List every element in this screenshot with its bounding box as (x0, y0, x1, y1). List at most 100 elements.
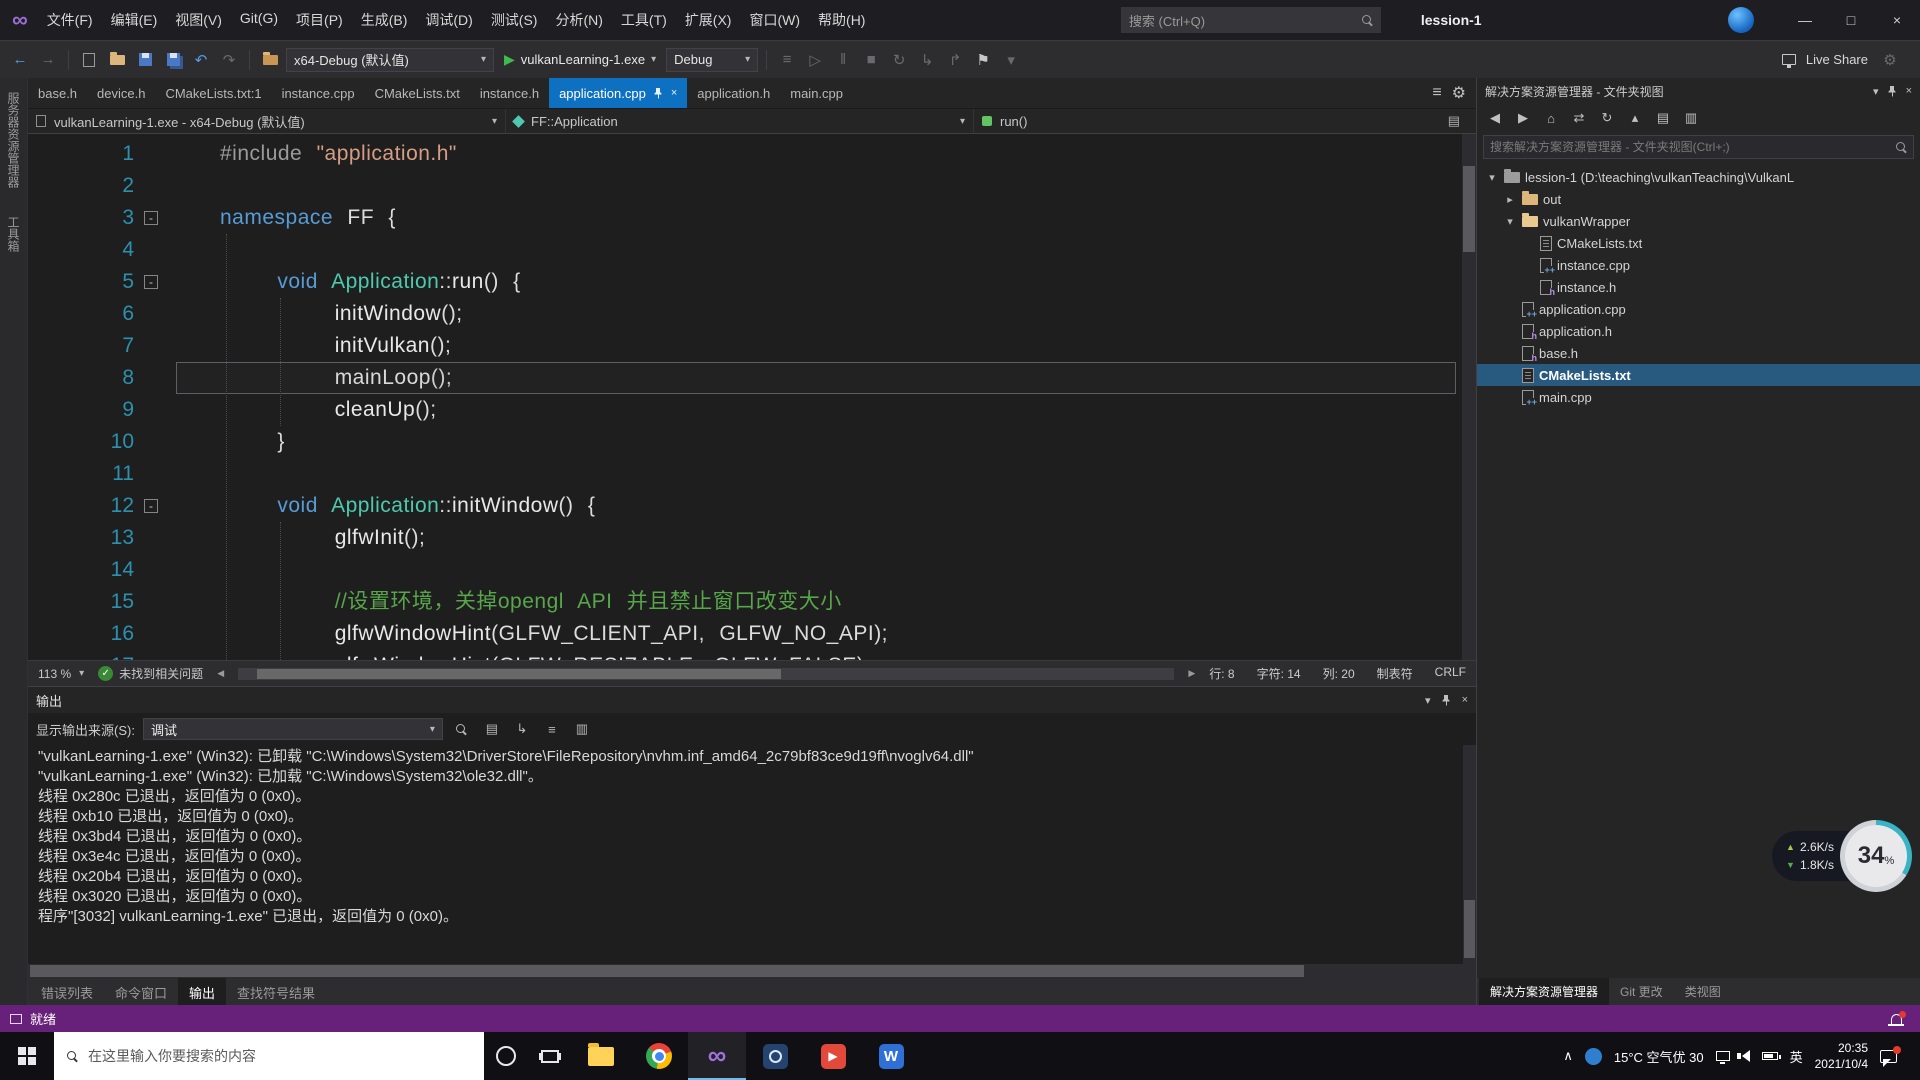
code-line[interactable]: 3- namespace FF { (64, 202, 1476, 234)
indent-mode[interactable]: 制表符 (1377, 665, 1413, 682)
break-all-icon[interactable]: ‖ (831, 48, 855, 72)
undo-icon[interactable]: ↶ (189, 48, 213, 72)
tree-item[interactable]: ++ application.cpp (1477, 298, 1920, 320)
menu-item[interactable]: 窗口(W) (740, 6, 809, 34)
scrollbar-thumb[interactable] (1464, 900, 1475, 958)
zoom-selector[interactable]: 113 % ▾ (38, 667, 84, 681)
recorder-taskbar-icon[interactable]: ▶ (804, 1032, 862, 1080)
panel-tab[interactable]: 解决方案资源管理器 (1479, 978, 1610, 1005)
project-dropdown[interactable]: vulkanLearning-1.exe - x64-Debug (默认值) ▾ (28, 109, 506, 133)
minimize-button[interactable]: — (1782, 0, 1828, 40)
split-editor-icon[interactable]: ▤ (1440, 113, 1468, 129)
scrollbar-thumb[interactable] (1463, 166, 1475, 252)
file-explorer-taskbar-icon[interactable] (572, 1032, 630, 1080)
code-editor[interactable]: 1 #include "application.h" 2 3- namespace FF… (28, 134, 1476, 660)
task-view-button[interactable] (528, 1032, 572, 1080)
step-into-icon[interactable]: ↳ (915, 48, 939, 72)
taskbar-search-input[interactable] (88, 1048, 471, 1064)
show-all-files-icon[interactable]: ▤ (1651, 107, 1675, 129)
restart-icon[interactable]: ↻ (887, 48, 911, 72)
start-without-debugging-icon[interactable]: ▷ (803, 48, 827, 72)
line-ending[interactable]: CRLF (1435, 665, 1466, 682)
menu-item[interactable]: 生成(B) (352, 6, 417, 34)
writer-taskbar-icon[interactable]: W (862, 1032, 920, 1080)
switch-views-icon[interactable]: ⇄ (1567, 107, 1591, 129)
cortana-button[interactable] (484, 1032, 528, 1080)
document-tab[interactable]: instance.cpp (272, 78, 365, 108)
navigate-back-icon[interactable]: ← (8, 48, 32, 72)
clear-all-icon[interactable]: ▤ (481, 718, 503, 740)
start-debugging-button[interactable]: ▶ vulkanLearning-1.exe ▾ (498, 48, 662, 72)
save-icon[interactable] (133, 48, 157, 72)
visual-studio-taskbar-icon[interactable]: ∞ (688, 1032, 746, 1080)
pin-icon[interactable] (1887, 85, 1898, 97)
home-icon[interactable]: ⌂ (1539, 107, 1563, 129)
code-line[interactable]: 10 } (64, 426, 1476, 458)
code-line[interactable]: 12- void Application::initWindow() { (64, 490, 1476, 522)
code-line[interactable]: 17 glfwWindowHint(GLFW_RESIZABLE, GLFW_F… (64, 650, 1476, 660)
document-tab[interactable]: CMakeLists.txt (365, 78, 470, 108)
properties-icon[interactable]: ▥ (1679, 107, 1703, 129)
panel-tab[interactable]: 错误列表 (30, 978, 104, 1005)
solution-search-input[interactable] (1490, 140, 1896, 154)
collapse-all-icon[interactable]: ▴ (1623, 107, 1647, 129)
collapse-box-icon[interactable]: - (144, 211, 158, 225)
package-icon[interactable] (258, 48, 282, 72)
start-button[interactable] (0, 1032, 54, 1080)
tree-item[interactable]: ▾ vulkanWrapper (1477, 210, 1920, 232)
document-tab[interactable]: main.cpp (780, 78, 853, 108)
usage-percent-badge[interactable]: 34 % (1840, 820, 1912, 892)
code-line[interactable]: 8 mainLoop(); (64, 362, 1476, 394)
menu-item[interactable]: 项目(P) (287, 6, 352, 34)
menu-item[interactable]: 帮助(H) (809, 6, 874, 34)
camera-taskbar-icon[interactable] (746, 1032, 804, 1080)
code-line[interactable]: 9 cleanUp(); (64, 394, 1476, 426)
taskbar-search[interactable] (54, 1032, 484, 1080)
open-folder-icon[interactable] (105, 48, 129, 72)
more-commands-icon[interactable]: ▾ (999, 48, 1023, 72)
toggle-autoscroll-icon[interactable]: ▥ (571, 718, 593, 740)
security-app-icon[interactable] (1584, 1047, 1602, 1065)
output-body[interactable]: "vulkanLearning-1.exe" (Win32): 已卸载 "C:\… (28, 745, 1476, 964)
document-health-indicator[interactable]: ✓ 未找到相关问题 (98, 665, 203, 682)
network-speed-widget[interactable]: ▲ 2.6K/s ▼ 1.8K/s 34 % (1772, 820, 1912, 892)
chrome-taskbar-icon[interactable] (630, 1032, 688, 1080)
code-line[interactable]: 1 #include "application.h" (64, 138, 1476, 170)
expander-icon[interactable]: ▾ (1503, 215, 1517, 228)
panel-tab[interactable]: 类视图 (1674, 978, 1732, 1005)
expander-icon[interactable]: ▸ (1503, 193, 1517, 206)
new-file-icon[interactable] (77, 48, 101, 72)
tree-item[interactable]: CMakeLists.txt (1477, 364, 1920, 386)
output-horizontal-scrollbar[interactable] (28, 964, 1476, 978)
code-line[interactable]: 5- void Application::run() { (64, 266, 1476, 298)
tree-item[interactable]: ++ instance.cpp (1477, 254, 1920, 276)
quick-search-box[interactable]: 搜索 (Ctrl+Q) (1120, 7, 1381, 33)
panel-tab[interactable]: 命令窗口 (104, 978, 178, 1005)
scroll-right-icon[interactable]: ▶ (1188, 668, 1195, 679)
find-message-icon[interactable] (451, 718, 473, 740)
code-line[interactable]: 6 initWindow(); (64, 298, 1476, 330)
volume-icon[interactable] (1736, 1050, 1750, 1062)
tree-item[interactable]: ++ main.cpp (1477, 386, 1920, 408)
network-icon[interactable] (1715, 1051, 1730, 1064)
menu-item[interactable]: 编辑(E) (102, 6, 167, 34)
redo-icon[interactable]: ↷ (217, 48, 241, 72)
live-share-label[interactable]: Live Share (1806, 52, 1868, 67)
tree-item[interactable]: CMakeLists.txt (1477, 232, 1920, 254)
panel-tab[interactable]: 输出 (178, 978, 227, 1005)
document-tab[interactable]: CMakeLists.txt:1 (155, 78, 271, 108)
member-dropdown[interactable]: run() ▤ (974, 109, 1476, 133)
tree-item[interactable]: ▸ out (1477, 188, 1920, 210)
code-line[interactable]: 7 initVulkan(); (64, 330, 1476, 362)
battery-icon[interactable] (1761, 1052, 1781, 1060)
scrollbar-thumb[interactable] (256, 668, 782, 679)
tray-overflow-chevron-icon[interactable]: ∧ (1563, 1048, 1573, 1064)
code-line[interactable]: 13 glfwInit(); (64, 522, 1476, 554)
output-vertical-scrollbar[interactable] (1463, 745, 1476, 964)
user-avatar[interactable] (1727, 7, 1754, 33)
configuration-dropdown[interactable]: x64-Debug (默认值) ▾ (286, 47, 494, 72)
toolbox-vertical-tab[interactable]: 工具箱 (3, 208, 24, 260)
menu-item[interactable]: 视图(V) (166, 6, 231, 34)
active-files-filter-icon[interactable]: ≡ (1432, 84, 1441, 102)
word-wrap-icon[interactable]: ↳ (511, 718, 533, 740)
